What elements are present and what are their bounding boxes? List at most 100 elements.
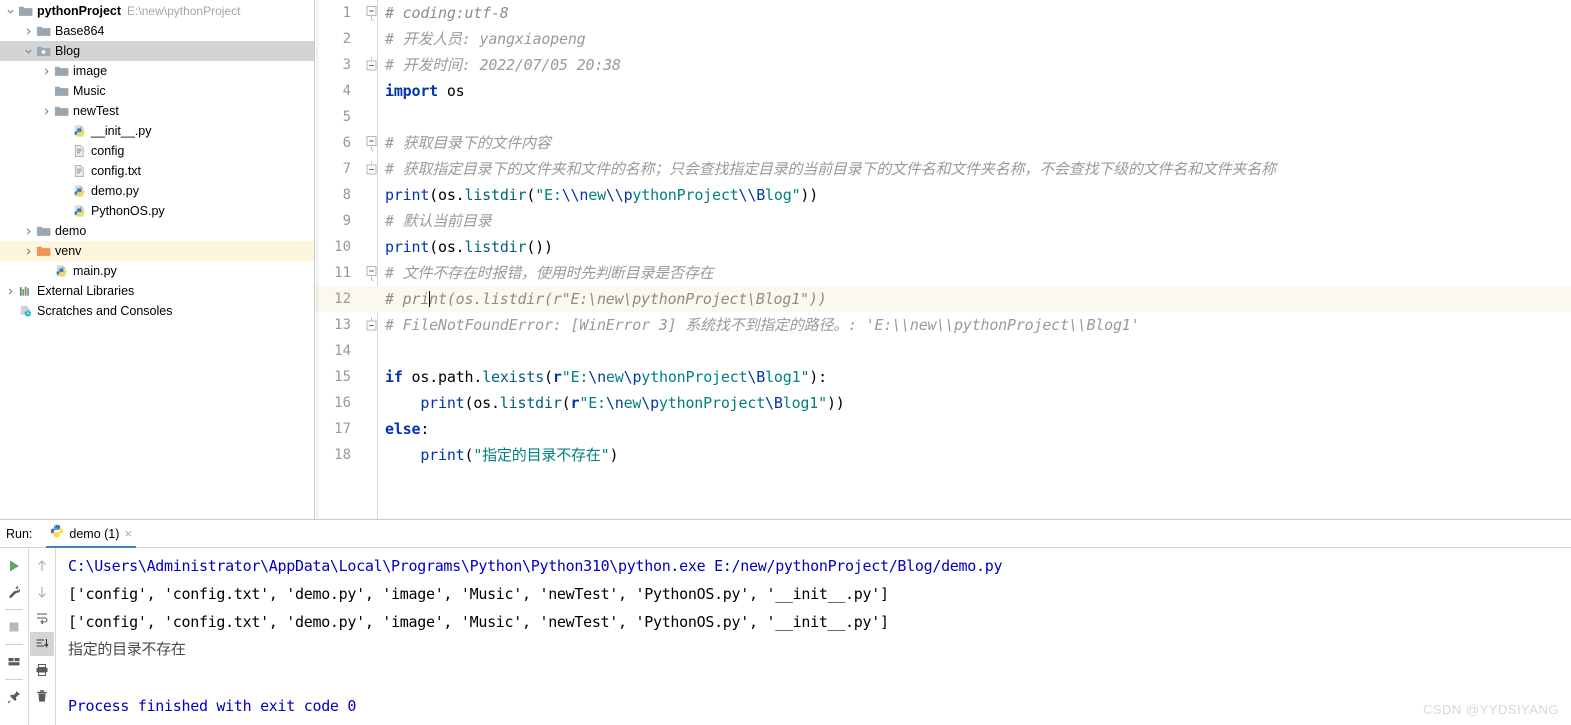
print-icon[interactable] <box>30 658 54 682</box>
text-file-icon <box>71 144 88 158</box>
tree-item-blog[interactable]: Blog <box>0 41 314 61</box>
fold-end-icon[interactable] <box>363 156 385 182</box>
run-console-toolbar[interactable] <box>28 548 56 725</box>
scroll-to-end-icon[interactable] <box>30 632 54 656</box>
code-line[interactable]: 2 # 开发人员: yangxiaopeng <box>315 26 1571 52</box>
run-tab-demo[interactable]: demo (1) × <box>44 520 138 548</box>
code-line[interactable]: 3 # 开发时间: 2022/07/05 20:38 <box>315 52 1571 78</box>
code-line[interactable]: 11 # 文件不存在时报错，使用时先判断目录是否存在 <box>315 260 1571 286</box>
code-text[interactable]: # print(os.listdir(r"E:\new\pythonProjec… <box>385 286 827 312</box>
chevron-right-icon[interactable] <box>4 287 17 296</box>
console-output[interactable]: C:\Users\Administrator\AppData\Local\Pro… <box>56 548 1571 725</box>
run-tab-label: demo (1) <box>69 526 120 541</box>
code-line[interactable]: 13 # FileNotFoundError: [WinError 3] 系统找不… <box>315 312 1571 338</box>
toolbar-separator <box>5 644 23 645</box>
code-line[interactable]: 5 <box>315 104 1571 130</box>
code-text[interactable]: # 获取指定目录下的文件夹和文件的名称；只会查找指定目录的当前目录下的文件名和文… <box>385 156 1276 182</box>
code-line[interactable]: 16 print(os.listdir(r"E:\new\pythonProje… <box>315 390 1571 416</box>
code-text[interactable]: print(os.listdir()) <box>385 234 553 260</box>
rerun-icon[interactable] <box>2 554 26 578</box>
trash-icon[interactable] <box>30 684 54 708</box>
code-text[interactable]: # 文件不存在时报错，使用时先判断目录是否存在 <box>385 260 714 286</box>
fold-start-icon[interactable] <box>363 0 385 26</box>
wrench-icon[interactable] <box>2 580 26 604</box>
code-line[interactable]: 18 print("指定的目录不存在") <box>315 442 1571 468</box>
tree-item-main-py[interactable]: main.py <box>0 261 314 281</box>
top-area: pythonProject E:\new\pythonProject Base864… <box>0 0 1571 519</box>
tree-item-demo[interactable]: demo <box>0 221 314 241</box>
code-lines[interactable]: 1 # coding:utf-8 2 # 开发人员: yangxiaopeng 3 # 开… <box>315 0 1571 468</box>
code-line[interactable]: 7 # 获取指定目录下的文件夹和文件的名称；只会查找指定目录的当前目录下的文件名和… <box>315 156 1571 182</box>
fold-gutter <box>363 416 385 442</box>
chevron-down-icon[interactable] <box>4 7 17 16</box>
tree-item-base864[interactable]: Base864 <box>0 21 314 41</box>
arrow-down-icon[interactable] <box>30 580 54 604</box>
chevron-right-icon[interactable] <box>22 27 35 36</box>
tree-item-venv[interactable]: venv <box>0 241 314 261</box>
tree-item-image[interactable]: image <box>0 61 314 81</box>
chevron-right-icon[interactable] <box>40 67 53 76</box>
chevron-right-icon[interactable] <box>22 227 35 236</box>
tree-item-newtest[interactable]: newTest <box>0 101 314 121</box>
close-icon[interactable]: × <box>124 527 132 540</box>
line-number: 15 <box>334 369 351 385</box>
tree-item-label: demo <box>55 224 87 238</box>
tree-item-config-txt[interactable]: config.txt <box>0 161 314 181</box>
code-line[interactable]: 6 # 获取目录下的文件内容 <box>315 130 1571 156</box>
code-text[interactable]: else: <box>385 416 429 442</box>
python-file-icon <box>71 184 88 198</box>
tree-item-pythonos-py[interactable]: PythonOS.py <box>0 201 314 221</box>
run-body: C:\Users\Administrator\AppData\Local\Pro… <box>0 548 1571 725</box>
code-line[interactable]: 17 else: <box>315 416 1571 442</box>
tree-item-label: image <box>73 64 108 78</box>
project-tree-panel[interactable]: pythonProject E:\new\pythonProject Base864… <box>0 0 315 519</box>
arrow-up-icon[interactable] <box>30 554 54 578</box>
code-text[interactable]: # 开发人员: yangxiaopeng <box>385 26 586 52</box>
layout-icon[interactable] <box>2 650 26 674</box>
code-text[interactable]: import os <box>385 78 465 104</box>
chevron-right-icon[interactable] <box>22 247 35 256</box>
code-line[interactable]: 10 print(os.listdir()) <box>315 234 1571 260</box>
code-line[interactable]: 14 <box>315 338 1571 364</box>
code-text[interactable]: print("指定的目录不存在") <box>385 442 618 468</box>
tree-item-demo-py[interactable]: demo.py <box>0 181 314 201</box>
run-left-toolbar[interactable] <box>0 548 28 725</box>
folder-venv-icon <box>35 244 52 258</box>
stop-icon[interactable] <box>2 615 26 639</box>
line-number: 9 <box>342 213 351 229</box>
chevron-right-icon[interactable] <box>40 107 53 116</box>
folder-icon <box>53 104 70 118</box>
code-text[interactable]: # 开发时间: 2022/07/05 20:38 <box>385 52 621 78</box>
code-text[interactable]: # coding:utf-8 <box>385 0 509 26</box>
fold-gutter <box>363 338 385 364</box>
code-text[interactable]: # 默认当前目录 <box>385 208 492 234</box>
tree-item-scratches-and-consoles[interactable]: Scratches and Consoles <box>0 301 314 321</box>
tree-item-label: venv <box>55 244 82 258</box>
fold-start-icon[interactable] <box>363 130 385 156</box>
code-line[interactable]: 15 if os.path.lexists(r"E:\new\pythonProj… <box>315 364 1571 390</box>
tree-item-config[interactable]: config <box>0 141 314 161</box>
code-text[interactable]: # FileNotFoundError: [WinError 3] 系统找不到指… <box>385 312 1140 338</box>
code-line[interactable]: 9 # 默认当前目录 <box>315 208 1571 234</box>
tree-item-external-libraries[interactable]: External Libraries <box>0 281 314 301</box>
code-text[interactable]: # 获取目录下的文件内容 <box>385 130 551 156</box>
console-line: Process finished with exit code 0 <box>68 697 357 715</box>
code-editor[interactable]: 1 # coding:utf-8 2 # 开发人员: yangxiaopeng 3 # 开… <box>315 0 1571 519</box>
fold-gutter <box>363 364 385 390</box>
pin-icon[interactable] <box>2 685 26 709</box>
fold-end-icon[interactable] <box>363 312 385 338</box>
tree-item-pythonproject[interactable]: pythonProject E:\new\pythonProject <box>0 1 314 21</box>
chevron-down-icon[interactable] <box>22 47 35 56</box>
soft-wrap-icon[interactable] <box>30 606 54 630</box>
code-line[interactable]: 4 import os <box>315 78 1571 104</box>
code-line[interactable]: 8 print(os.listdir("E:\\new\\pythonProjec… <box>315 182 1571 208</box>
code-text[interactable]: print(os.listdir(r"E:\new\pythonProject\… <box>385 390 844 416</box>
tree-item-init-py[interactable]: __init__.py <box>0 121 314 141</box>
tree-item-music[interactable]: Music <box>0 81 314 101</box>
code-text[interactable]: print(os.listdir("E:\\new\\pythonProject… <box>385 182 818 208</box>
fold-start-icon[interactable] <box>363 260 385 286</box>
code-line[interactable]: 1 # coding:utf-8 <box>315 0 1571 26</box>
fold-end-icon[interactable] <box>363 52 385 78</box>
code-text[interactable]: if os.path.lexists(r"E:\new\pythonProjec… <box>385 364 827 390</box>
code-line[interactable]: 12 # print(os.listdir(r"E:\new\pythonProj… <box>315 286 1571 312</box>
